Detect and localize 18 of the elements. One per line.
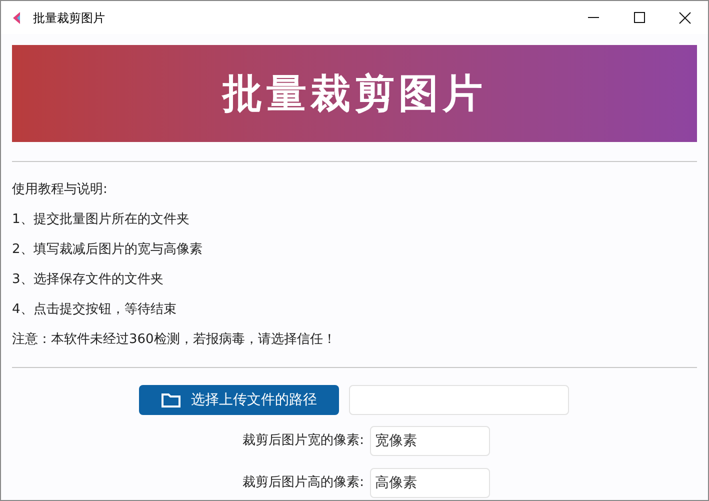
pixel-field[interactable]: 高像素 bbox=[370, 468, 490, 498]
instruction-text: 1、提交批量图片所在的文件夹 bbox=[12, 211, 190, 229]
close-icon bbox=[679, 12, 691, 24]
window-title: 批量裁剪图片 bbox=[33, 10, 105, 26]
pixel-field[interactable]: 宽像素 bbox=[370, 426, 490, 456]
path-field[interactable] bbox=[349, 385, 569, 415]
maximize-icon bbox=[634, 12, 644, 23]
instruction-text: 4、点击提交按钮，等待结束 bbox=[12, 301, 178, 319]
field-label: 裁剪后图片高的像素: bbox=[242, 474, 365, 492]
instruction-text: 3、选择保存文件的文件夹 bbox=[12, 271, 164, 289]
instruction-text: 2、填写裁减后图片的宽与高像素 bbox=[12, 241, 204, 259]
upload-path-button[interactable]: 选择上传文件的路径 bbox=[139, 385, 339, 415]
instruction-text: 使用教程与说明: bbox=[12, 181, 108, 199]
banner-title: 批量裁剪图片 bbox=[222, 68, 486, 118]
instruction-text: 注意：本软件未经过360检测，若报病毒，请选择信任！ bbox=[12, 331, 337, 349]
folder-icon bbox=[161, 392, 181, 408]
field-label: 裁剪后图片宽的像素: bbox=[242, 432, 365, 450]
minimize-icon bbox=[588, 17, 598, 18]
